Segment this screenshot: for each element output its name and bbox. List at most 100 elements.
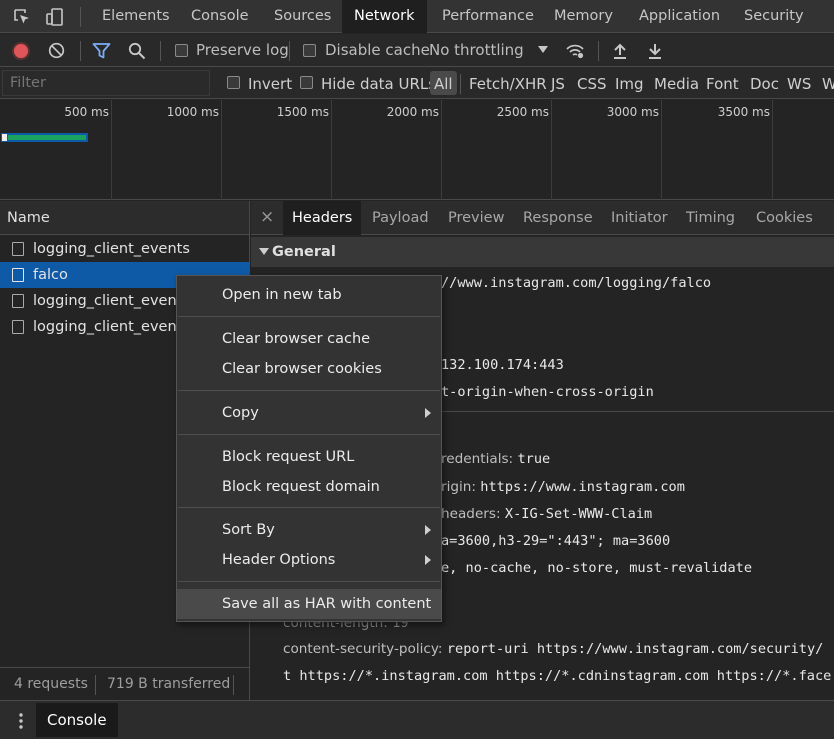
request-url-value: //www.instagram.com/logging/falco: [441, 275, 712, 291]
header-value: e, no-cache, no-store, must-revalidate: [441, 560, 752, 576]
header-value: https://www.instagram.com: [480, 479, 685, 495]
tab-preview[interactable]: Preview: [439, 201, 513, 235]
tick-label: 2000 ms: [386, 105, 439, 119]
drawer-bar: Console: [0, 700, 834, 739]
more-options-icon[interactable]: [18, 711, 24, 731]
tab-network[interactable]: Network: [342, 0, 427, 33]
document-icon: [12, 294, 24, 308]
header-value: report-uri https://www.instagram.com/sec…: [446, 641, 824, 657]
menu-item-label: Sort By: [222, 522, 275, 538]
menu-item-label: Header Options: [222, 552, 336, 568]
menu-item-save-all-as-har[interactable]: Save all as HAR with content: [177, 589, 441, 619]
tick-label: 500 ms: [64, 105, 109, 119]
hide-data-urls-checkbox[interactable]: [300, 76, 313, 89]
request-name: logging_client_events: [33, 241, 190, 257]
filter-icon[interactable]: [92, 42, 111, 60]
general-section-header[interactable]: General: [251, 237, 834, 267]
filter-type-ws[interactable]: WS: [787, 67, 811, 99]
menu-item-sort-by[interactable]: Sort By: [177, 515, 441, 545]
tab-application[interactable]: Application: [627, 0, 732, 33]
remote-address-value: 132.100.174:443: [441, 357, 564, 373]
filter-type-doc[interactable]: Doc: [750, 67, 779, 99]
status-bar: 4 requests 719 B transferred: [0, 667, 249, 700]
tab-console[interactable]: Console: [179, 0, 261, 33]
chevron-down-icon[interactable]: [538, 46, 548, 53]
transferred-size: 719 B transferred: [107, 676, 231, 692]
menu-item-open-in-new-tab[interactable]: Open in new tab: [177, 280, 441, 310]
menu-item-copy[interactable]: Copy: [177, 398, 441, 428]
referrer-policy-value: t-origin-when-cross-origin: [441, 384, 654, 400]
drawer-tab-console[interactable]: Console: [36, 703, 118, 737]
inspect-element-icon[interactable]: [12, 7, 32, 27]
menu-item-block-request-url[interactable]: Block request URL: [177, 442, 441, 472]
device-toolbar-icon[interactable]: [45, 7, 65, 27]
header-key: rigin:: [441, 479, 476, 495]
request-row[interactable]: logging_client_events: [0, 236, 249, 262]
tab-response[interactable]: Response: [514, 201, 602, 235]
header-value: true: [517, 451, 551, 467]
filter-type-all[interactable]: All: [430, 71, 457, 95]
submenu-arrow-icon: [425, 408, 431, 418]
tab-initiator[interactable]: Initiator: [602, 201, 677, 235]
tab-timing[interactable]: Timing: [677, 201, 744, 235]
request-name: logging_client_events: [33, 293, 190, 309]
tick-label: 1500 ms: [276, 105, 329, 119]
tick-label: 2500 ms: [496, 105, 549, 119]
menu-item-label: Copy: [222, 405, 259, 421]
clear-icon[interactable]: [48, 42, 65, 59]
context-menu: Open in new tab Clear browser cache Clea…: [176, 275, 442, 622]
header-value: t https://*.instagram.com https://*.cdni…: [283, 668, 832, 684]
throttling-select[interactable]: No throttling: [429, 34, 524, 67]
filter-type-css[interactable]: CSS: [577, 67, 607, 99]
menu-item-clear-browser-cache[interactable]: Clear browser cache: [177, 324, 441, 354]
tick-label: 3500 ms: [717, 105, 770, 119]
network-conditions-icon[interactable]: [565, 42, 585, 60]
detail-tabs: × Headers Payload Preview Response Initi…: [251, 201, 834, 235]
filter-type-fetch-xhr[interactable]: Fetch/XHR: [469, 67, 547, 99]
import-har-icon[interactable]: [612, 42, 628, 60]
tab-security[interactable]: Security: [732, 0, 816, 33]
tab-headers[interactable]: Headers: [283, 201, 362, 235]
document-icon: [12, 242, 24, 256]
tick-label: 1000 ms: [166, 105, 219, 119]
invert-checkbox[interactable]: [227, 76, 240, 89]
menu-item-clear-browser-cookies[interactable]: Clear browser cookies: [177, 354, 441, 384]
close-icon[interactable]: ×: [260, 201, 274, 235]
disable-cache-label: Disable cache: [325, 41, 430, 59]
filter-type-font[interactable]: Font: [706, 67, 739, 99]
filter-bar: Invert Hide data URLs All Fetch/XHR JS C…: [0, 67, 834, 99]
submenu-arrow-icon: [425, 525, 431, 535]
tab-memory[interactable]: Memory: [542, 0, 625, 33]
menu-item-block-request-domain[interactable]: Block request domain: [177, 472, 441, 502]
menu-item-header-options[interactable]: Header Options: [177, 545, 441, 575]
tick-label: 3000 ms: [606, 105, 659, 119]
filter-input[interactable]: [2, 70, 210, 96]
preserve-log-label: Preserve log: [196, 41, 289, 59]
filter-type-js[interactable]: JS: [551, 67, 565, 99]
document-icon: [12, 268, 24, 282]
filter-type-wasm[interactable]: W: [822, 67, 834, 99]
filter-type-img[interactable]: Img: [615, 67, 644, 99]
tab-sources[interactable]: Sources: [262, 0, 343, 33]
devtools-tab-bar: Elements Console Sources Network Perform…: [0, 0, 834, 33]
header-key: redentials:: [441, 451, 514, 467]
name-column-header[interactable]: Name: [0, 201, 249, 235]
tab-cookies[interactable]: Cookies: [747, 201, 822, 235]
header-key: headers:: [441, 506, 501, 522]
tab-payload[interactable]: Payload: [363, 201, 438, 235]
export-har-icon[interactable]: [647, 42, 663, 60]
header-value: a=3600,h3-29=":443"; ma=3600: [441, 533, 671, 549]
preserve-log-checkbox[interactable]: [175, 44, 188, 57]
header-value: X-IG-Set-WWW-Claim: [504, 506, 653, 522]
network-toolbar: Preserve log Disable cache No throttling: [0, 34, 834, 67]
tab-elements[interactable]: Elements: [90, 0, 182, 33]
network-overview[interactable]: 500 ms 1000 ms 1500 ms 2000 ms 2500 ms 3…: [0, 100, 834, 200]
tab-performance[interactable]: Performance: [430, 0, 546, 33]
record-icon[interactable]: [12, 42, 30, 60]
header-key: content-security-policy:: [283, 641, 443, 657]
search-icon[interactable]: [128, 42, 146, 60]
triangle-down-icon: [259, 248, 269, 255]
disable-cache-checkbox[interactable]: [303, 44, 316, 57]
document-icon: [12, 320, 24, 334]
filter-type-media[interactable]: Media: [654, 67, 699, 99]
